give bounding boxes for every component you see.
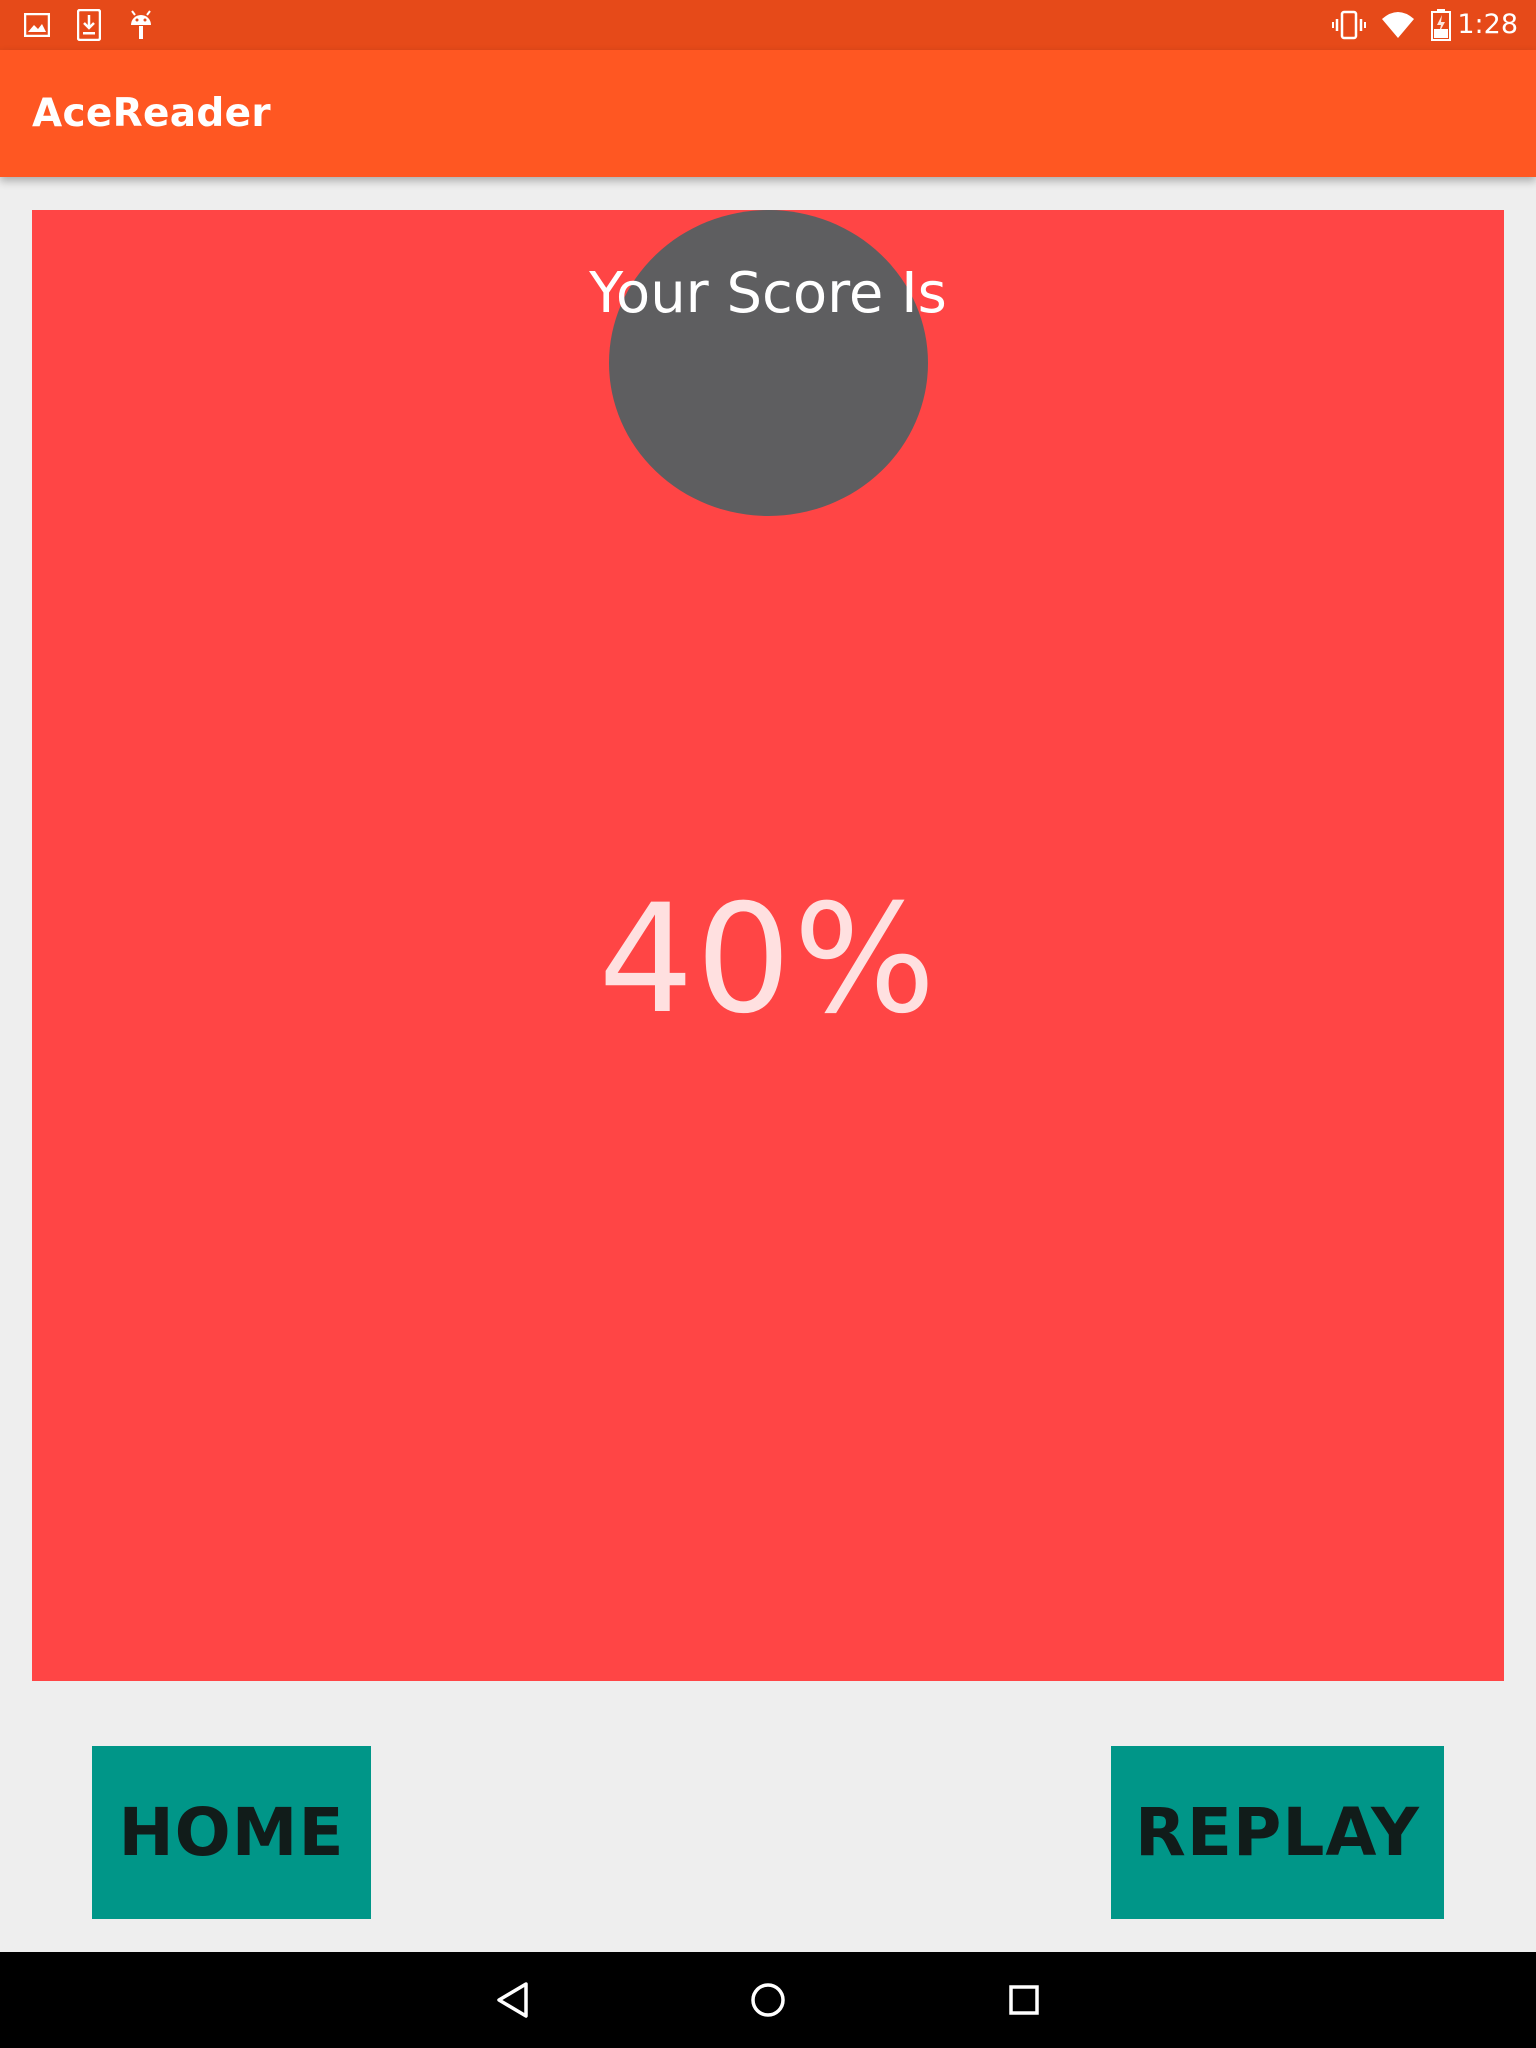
recents-icon[interactable] — [998, 1974, 1050, 2026]
home-button[interactable]: HOME — [92, 1746, 371, 1919]
replay-button[interactable]: REPLAY — [1111, 1746, 1444, 1919]
image-icon — [20, 8, 54, 42]
android-debug-icon — [124, 8, 158, 42]
score-heading: Your Score Is — [589, 261, 947, 326]
app-title: AceReader — [32, 91, 271, 136]
wifi-icon — [1381, 8, 1415, 42]
score-circle — [609, 210, 928, 516]
battery-icon — [1424, 8, 1458, 42]
score-card: Your Score Is 40% — [32, 210, 1504, 1681]
status-time: 1:28 — [1457, 9, 1518, 40]
download-icon — [72, 8, 106, 42]
app-bar: AceReader — [0, 50, 1536, 177]
home-icon[interactable] — [742, 1974, 794, 2026]
vibrate-icon — [1332, 8, 1366, 42]
back-icon[interactable] — [486, 1974, 538, 2026]
navigation-bar — [0, 1952, 1536, 2048]
score-value: 40% — [598, 873, 938, 1047]
status-bar: 1:28 — [0, 0, 1536, 50]
